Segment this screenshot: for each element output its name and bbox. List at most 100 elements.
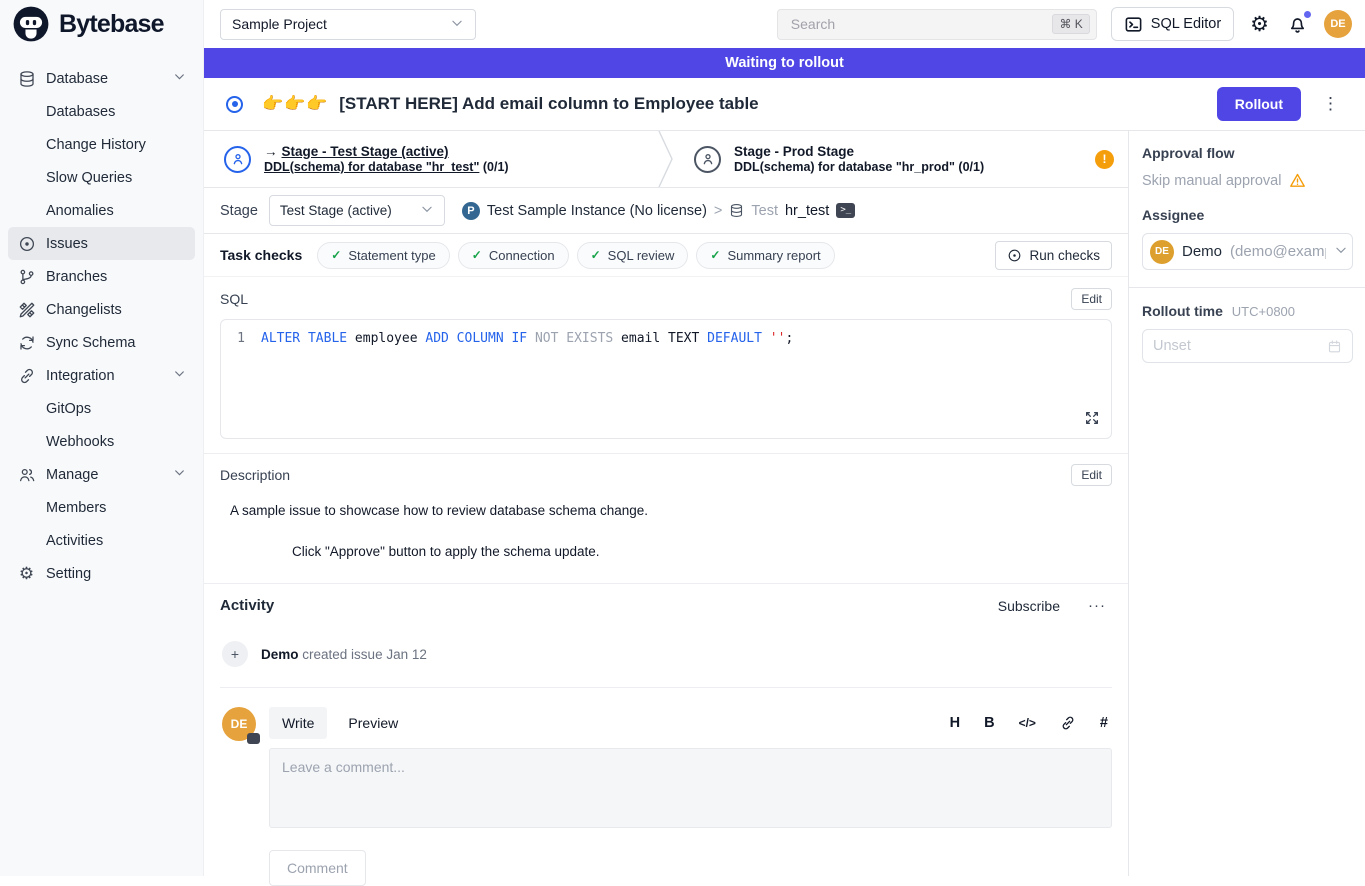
- sidebar-item-integration[interactable]: Integration: [8, 359, 195, 392]
- subscribe-button[interactable]: Subscribe: [992, 597, 1066, 615]
- stage-title: Stage - Prod Stage: [734, 144, 984, 159]
- project-select[interactable]: Sample Project: [220, 9, 476, 40]
- database-link[interactable]: hr_test: [785, 203, 829, 219]
- sidebar-item-anomalies[interactable]: Anomalies: [8, 194, 195, 227]
- search-box[interactable]: ⌘ K: [777, 9, 1097, 40]
- sync-refresh-icon: [17, 333, 36, 352]
- hash-button[interactable]: #: [1100, 715, 1108, 731]
- pointing-finger-emoji: 👉👉👉: [262, 94, 329, 113]
- database-breadcrumb: P Test Sample Instance (No license) > Te…: [462, 202, 855, 220]
- check-pill-statement-type[interactable]: ✓ Statement type: [317, 242, 450, 269]
- task-checks-row: Task checks ✓ Statement type ✓ Connectio…: [204, 234, 1128, 277]
- warning-triangle-icon: [1289, 172, 1306, 189]
- stage-card-test[interactable]: → Stage - Test Stage (active) DDL(schema)…: [204, 131, 658, 187]
- sql-statement: ALTER TABLE employee ADD COLUMN IF NOT E…: [261, 331, 793, 346]
- description-edit-button[interactable]: Edit: [1071, 464, 1112, 486]
- activity-section: Activity Subscribe ··· + Demo created is…: [204, 583, 1128, 688]
- stage-select-value: Test Stage (active): [280, 203, 392, 218]
- link-icon: [1060, 715, 1076, 731]
- sidebar-item-members[interactable]: Members: [8, 491, 195, 524]
- activity-more-button[interactable]: ···: [1082, 596, 1112, 615]
- chevron-down-icon: [450, 16, 464, 33]
- sidebar-item-changelists[interactable]: Changelists: [8, 293, 195, 326]
- calendar-icon: [1327, 339, 1342, 354]
- sidebar-item-branches[interactable]: Branches: [8, 260, 195, 293]
- notifications-bell-button[interactable]: [1285, 12, 1310, 37]
- sidebar-item-label: Branches: [46, 269, 107, 285]
- rollout-button[interactable]: Rollout: [1217, 87, 1301, 121]
- tab-write[interactable]: Write: [269, 707, 327, 739]
- sidebar-item-gitops[interactable]: GitOps: [8, 392, 195, 425]
- check-passed-icon: ✓: [472, 248, 482, 262]
- run-checks-button[interactable]: Run checks: [995, 241, 1112, 270]
- current-stage-arrow: →: [264, 144, 278, 159]
- bytebase-logo-icon: [12, 5, 50, 43]
- search-input[interactable]: [789, 15, 1053, 33]
- tab-preview[interactable]: Preview: [335, 707, 411, 739]
- comment-input[interactable]: [269, 748, 1112, 828]
- user-avatar[interactable]: DE: [1324, 10, 1352, 38]
- stage-select[interactable]: Test Stage (active): [269, 195, 445, 226]
- comment-submit-button[interactable]: Comment: [269, 850, 366, 886]
- stage-title-link: Stage - Test Stage (active): [282, 144, 449, 159]
- rollout-time-timezone: UTC+0800: [1232, 304, 1295, 319]
- code-button[interactable]: </>: [1019, 716, 1036, 730]
- settings-gear-button[interactable]: ⚙: [1248, 12, 1271, 37]
- sidebar-item-manage[interactable]: Manage: [8, 458, 195, 491]
- status-banner-text: Waiting to rollout: [725, 55, 844, 71]
- chevron-down-icon: [173, 466, 186, 483]
- comment-avatar: DE: [222, 707, 256, 741]
- sidebar-item-change-history[interactable]: Change History: [8, 128, 195, 161]
- sidebar-item-activities[interactable]: Activities: [8, 524, 195, 557]
- check-passed-icon: ✓: [591, 248, 601, 262]
- stage-selector-label: Stage: [220, 203, 258, 219]
- check-pill-summary-report[interactable]: ✓ Summary report: [696, 242, 834, 269]
- description-line: Click "Approve" button to apply the sche…: [220, 518, 1112, 577]
- sidebar-item-database[interactable]: Database: [8, 62, 195, 95]
- approval-flow-label: Approval flow: [1142, 145, 1353, 161]
- heading-button[interactable]: H: [950, 715, 960, 731]
- check-pill-sql-review[interactable]: ✓ SQL review: [577, 242, 689, 269]
- open-in-sql-editor-icon[interactable]: >_: [836, 203, 855, 218]
- sidebar-item-label: Change History: [46, 137, 146, 153]
- approval-flow-value: Skip manual approval: [1142, 173, 1281, 189]
- instance-link[interactable]: Test Sample Instance (No license): [487, 203, 707, 219]
- chevron-down-icon: [173, 367, 186, 384]
- activity-action: created issue: [302, 647, 382, 662]
- bold-button[interactable]: B: [984, 715, 994, 731]
- sidebar-item-label: Members: [46, 500, 106, 516]
- sidebar-item-webhooks[interactable]: Webhooks: [8, 425, 195, 458]
- sidebar-nav: Database Databases Change History Slow Q…: [0, 48, 203, 590]
- sidebar-item-issues[interactable]: Issues: [8, 227, 195, 260]
- divider: [1129, 287, 1365, 288]
- sidebar-item-setting[interactable]: ⚙ Setting: [8, 557, 195, 590]
- description-section: Description Edit A sample issue to showc…: [204, 453, 1128, 583]
- speech-bubble-badge-icon: [247, 733, 260, 744]
- sql-editor[interactable]: 1 ALTER TABLE employee ADD COLUMN IF NOT…: [220, 319, 1112, 439]
- sidebar-item-label: Database: [46, 71, 108, 87]
- more-actions-kebab-button[interactable]: ⋮: [1312, 92, 1349, 116]
- check-pill-connection[interactable]: ✓ Connection: [458, 242, 569, 269]
- pencil-ruler-icon: [17, 300, 36, 319]
- issue-side-panel: Approval flow Skip manual approval Assig…: [1128, 131, 1365, 876]
- stage-card-prod[interactable]: Stage - Prod Stage DDL(schema) for datab…: [674, 131, 1128, 187]
- sidebar-item-sync-schema[interactable]: Sync Schema: [8, 326, 195, 359]
- sidebar-item-label: Changelists: [46, 302, 122, 318]
- expand-editor-button[interactable]: [1084, 410, 1100, 429]
- sidebar-item-label: GitOps: [46, 401, 91, 417]
- sql-edit-button[interactable]: Edit: [1071, 288, 1112, 310]
- rollout-time-picker[interactable]: Unset: [1142, 329, 1353, 363]
- assignee-avatar: DE: [1150, 240, 1174, 264]
- issue-main: → Stage - Test Stage (active) DDL(schema)…: [204, 131, 1128, 876]
- sidebar-item-databases[interactable]: Databases: [8, 95, 195, 128]
- sidebar-item-label: Slow Queries: [46, 170, 132, 186]
- notification-dot: [1304, 11, 1311, 18]
- assignee-select[interactable]: DE Demo (demo@example: [1142, 233, 1353, 270]
- link-button[interactable]: [1060, 715, 1076, 731]
- sidebar-item-slow-queries[interactable]: Slow Queries: [8, 161, 195, 194]
- stage-selector-row: Stage Test Stage (active) P Test Sample …: [204, 188, 1128, 234]
- chevron-down-icon: [173, 70, 186, 87]
- sql-editor-button[interactable]: SQL Editor: [1111, 7, 1234, 41]
- bytebase-logo[interactable]: Bytebase: [0, 0, 203, 48]
- stage-task-link: DDL(schema) for database "hr_test": [264, 160, 479, 174]
